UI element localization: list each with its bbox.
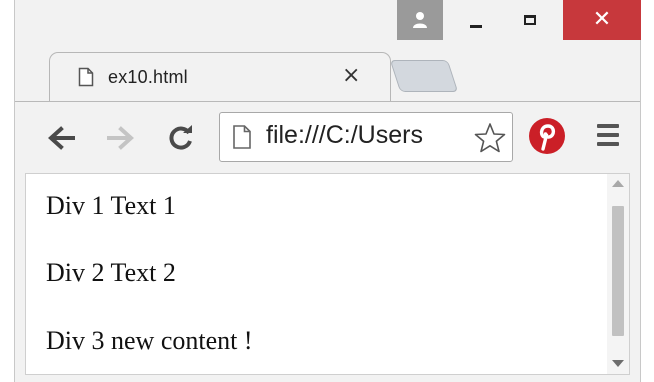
forward-button[interactable]	[103, 120, 139, 156]
div-2-text: Div 2 Text 2	[46, 258, 176, 287]
div-1-text: Div 1 Text 1	[46, 191, 176, 220]
tab-close-button[interactable]: ×	[342, 63, 360, 88]
scroll-up-arrow-icon[interactable]	[612, 180, 624, 187]
address-bar[interactable]: file:///C:/Users	[219, 112, 513, 162]
page-viewport: Div 1 Text 1 Div 2 Text 2 Div 3 new cont…	[25, 173, 630, 375]
close-icon: ✕	[592, 7, 612, 32]
profile-button[interactable]	[397, 0, 443, 40]
maximize-icon	[524, 15, 536, 25]
scroll-down-arrow-icon[interactable]	[612, 360, 624, 367]
scroll-thumb[interactable]	[612, 206, 624, 336]
hamburger-menu-icon	[597, 124, 619, 128]
arrow-right-icon	[107, 126, 134, 150]
menu-button[interactable]	[597, 124, 619, 151]
minimize-icon	[470, 24, 482, 28]
user-icon	[413, 12, 427, 28]
pinterest-icon	[529, 118, 565, 154]
pinterest-button[interactable]	[528, 117, 566, 160]
back-button[interactable]	[43, 120, 79, 156]
toolbar: file:///C:/Users	[15, 101, 640, 173]
reload-button[interactable]	[163, 120, 199, 156]
arrow-left-icon	[48, 126, 75, 150]
star-icon[interactable]	[474, 122, 506, 154]
hamburger-line	[597, 133, 619, 137]
div-3-text: Div 3 new content !	[46, 326, 253, 355]
tab-ex10[interactable]: ex10.html ×	[49, 52, 391, 102]
reload-icon	[169, 125, 192, 150]
hamburger-line	[597, 142, 619, 146]
new-tab-button[interactable]	[389, 60, 459, 92]
address-text[interactable]: file:///C:/Users	[266, 121, 476, 150]
maximize-button[interactable]	[509, 0, 551, 40]
tab-title: ex10.html	[108, 67, 188, 87]
minimize-button[interactable]	[455, 0, 497, 40]
page-icon	[233, 125, 251, 149]
vertical-scrollbar[interactable]	[607, 174, 629, 374]
close-window-button[interactable]: ✕	[563, 0, 641, 40]
page-icon	[78, 67, 94, 87]
browser-window: ✕ ex10.html × file:///C:/Users Div 1 Tex…	[14, 0, 641, 382]
